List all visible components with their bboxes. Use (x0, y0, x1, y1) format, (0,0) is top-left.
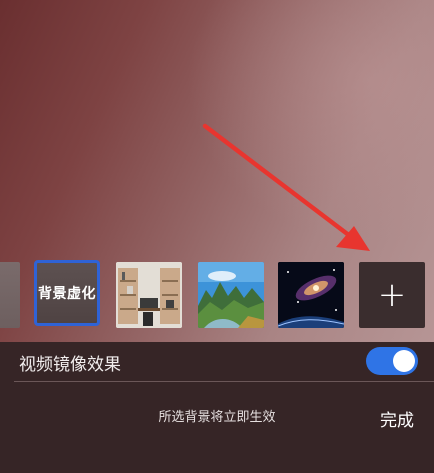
apply-hint-text: 所选背景将立即生效 (158, 410, 276, 425)
background-option-bookshelf[interactable] (116, 262, 182, 328)
background-option-partial[interactable] (0, 262, 20, 328)
galaxy-image (278, 262, 344, 328)
background-option-blur[interactable]: 背景虚化 (34, 260, 100, 326)
toggle-knob (393, 350, 415, 372)
divider (14, 381, 434, 382)
add-background-button[interactable]: + (359, 262, 425, 328)
mountain-image (198, 262, 264, 328)
bookshelf-image (116, 262, 182, 328)
blur-option-label: 背景虚化 (38, 286, 96, 302)
done-button[interactable]: 完成 (380, 406, 414, 431)
background-option-mountain[interactable] (198, 262, 264, 328)
background-option-galaxy[interactable] (278, 262, 344, 328)
plus-icon: + (377, 275, 407, 315)
mirror-effect-label: 视频镜像效果 (19, 355, 121, 375)
mirror-effect-toggle[interactable] (366, 347, 418, 375)
background-options-strip: 背景虚化 + (0, 258, 434, 332)
